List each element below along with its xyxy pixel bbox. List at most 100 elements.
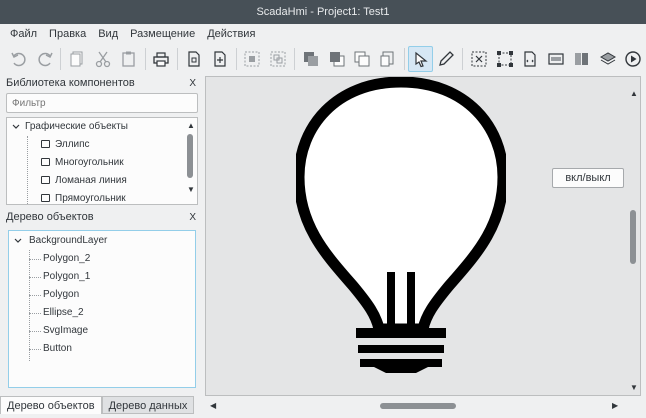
lightbulb-svg-image[interactable]: [296, 77, 506, 377]
redo-button[interactable]: [32, 46, 58, 72]
select-tool-button[interactable]: [407, 46, 434, 72]
tree-guide: [29, 349, 41, 350]
menu-arrange[interactable]: Размещение: [124, 24, 201, 44]
toolbar-separator: [144, 48, 146, 70]
library-panel-title: Библиотека компонентов: [6, 77, 135, 89]
scroll-up-icon[interactable]: ▲: [630, 90, 638, 98]
library-item-ellipse[interactable]: Эллипс: [41, 136, 90, 154]
library-item-rectangle[interactable]: Прямоугольник: [41, 190, 126, 204]
canvas-horizontal-scrollbar[interactable]: ◀ ▶: [206, 400, 626, 412]
copy-icon: [70, 51, 83, 67]
library-item-polyline[interactable]: Ломаная линия: [41, 172, 127, 190]
ungroup-button[interactable]: [265, 46, 291, 72]
object-tree-root[interactable]: BackgroundLayer: [29, 232, 107, 250]
page-export-icon: [214, 51, 226, 67]
tree-guide: [29, 331, 41, 332]
object-tree: BackgroundLayer Polygon_2 Polygon_1 Poly…: [8, 230, 196, 388]
menu-file[interactable]: Файл: [4, 24, 43, 44]
print-button[interactable]: [148, 46, 174, 72]
canvas-vertical-scrollbar[interactable]: ▲ ▼: [628, 80, 640, 400]
scroll-up-icon[interactable]: ▲: [187, 122, 195, 130]
tab-data-tree[interactable]: Дерево данных: [101, 396, 195, 414]
send-backward-button[interactable]: [349, 46, 375, 72]
menu-bar: Файл Правка Вид Размещение Действия: [0, 24, 646, 44]
component-icon: [41, 158, 50, 166]
book-icon: [574, 53, 588, 65]
chevron-down-icon[interactable]: [11, 122, 21, 132]
window-titlebar: ScadaHmi - Project1: Test1: [0, 0, 646, 24]
tree-guide: [29, 313, 41, 314]
object-tree-item[interactable]: Ellipse_2: [43, 304, 84, 322]
code-button[interactable]: [518, 46, 544, 72]
vertical-scrollbar-thumb[interactable]: [630, 210, 636, 264]
object-tree-item[interactable]: Polygon_2: [43, 250, 90, 268]
resize-button[interactable]: [492, 46, 518, 72]
bottom-tabs: Дерево объектов Дерево данных: [0, 396, 195, 414]
field-icon: [548, 53, 564, 65]
horizontal-scrollbar-thumb[interactable]: [380, 403, 456, 409]
paste-button[interactable]: [116, 46, 142, 72]
scroll-down-icon[interactable]: ▼: [187, 186, 195, 194]
window-title: ScadaHmi - Project1: Test1: [256, 6, 390, 18]
menu-actions[interactable]: Действия: [201, 24, 261, 44]
bring-front-button[interactable]: [298, 46, 324, 72]
toolbar-separator: [177, 48, 179, 70]
object-tree-item[interactable]: Polygon_1: [43, 268, 90, 286]
page-export-button[interactable]: [207, 46, 233, 72]
lightbulb-base-ring: [358, 345, 444, 353]
object-tree-panel-close-button[interactable]: X: [189, 212, 196, 223]
filter-input[interactable]: [6, 93, 198, 113]
page-settings-button[interactable]: [181, 46, 207, 72]
library-panel-close-button[interactable]: X: [189, 78, 196, 89]
group-button[interactable]: [240, 46, 266, 72]
object-tree-item[interactable]: SvgImage: [43, 322, 88, 340]
lightbulb-base-ring: [356, 328, 446, 338]
toggle-button[interactable]: вкл/выкл: [552, 168, 624, 188]
run-button[interactable]: [620, 46, 646, 72]
select-icon: [415, 51, 428, 68]
run-icon: [625, 51, 641, 67]
scroll-right-icon[interactable]: ▶: [612, 402, 618, 410]
object-tree-item[interactable]: Button: [43, 340, 72, 358]
send-backward-icon: [354, 51, 370, 67]
toolbar-separator: [235, 48, 237, 70]
tree-guide: [27, 136, 28, 204]
drawing-canvas[interactable]: вкл/выкл: [205, 76, 641, 396]
copy-button[interactable]: [64, 46, 90, 72]
resize-icon: [496, 51, 513, 67]
send-back-button[interactable]: [375, 46, 401, 72]
bring-forward-icon: [329, 52, 344, 67]
toolbar-separator: [462, 48, 464, 70]
toolbar: [0, 44, 646, 74]
align-button[interactable]: [466, 46, 492, 72]
field-button[interactable]: [543, 46, 569, 72]
object-tree-item[interactable]: Polygon: [43, 286, 79, 304]
group-icon: [244, 51, 260, 67]
component-icon: [41, 194, 50, 202]
send-back-icon: [380, 51, 394, 67]
library-scrollbar-thumb[interactable]: [187, 134, 193, 178]
library-item-polygon[interactable]: Многоугольник: [41, 154, 124, 172]
menu-edit[interactable]: Правка: [43, 24, 92, 44]
book-button[interactable]: [569, 46, 595, 72]
print-icon: [153, 52, 169, 67]
component-icon: [41, 140, 50, 148]
layers-button[interactable]: [595, 46, 621, 72]
chevron-down-icon[interactable]: [13, 236, 23, 246]
library-item-label: Многоугольник: [55, 157, 124, 168]
pencil-tool-button[interactable]: [433, 46, 459, 72]
tab-object-tree[interactable]: Дерево объектов: [0, 396, 102, 414]
menu-view[interactable]: Вид: [92, 24, 124, 44]
bring-forward-button[interactable]: [324, 46, 350, 72]
library-scrollbar[interactable]: ▲ ▼: [187, 122, 195, 202]
scroll-down-icon[interactable]: ▼: [630, 384, 638, 392]
ungroup-icon: [270, 51, 286, 67]
toolbar-separator: [403, 48, 405, 70]
library-category[interactable]: Графические объекты: [25, 118, 128, 136]
object-tree-panel-header: Дерево объектов X: [0, 208, 202, 226]
undo-button[interactable]: [6, 46, 32, 72]
scroll-left-icon[interactable]: ◀: [210, 402, 216, 410]
library-item-label: Прямоугольник: [55, 193, 126, 204]
cut-button[interactable]: [90, 46, 116, 72]
page-settings-icon: [188, 51, 200, 67]
